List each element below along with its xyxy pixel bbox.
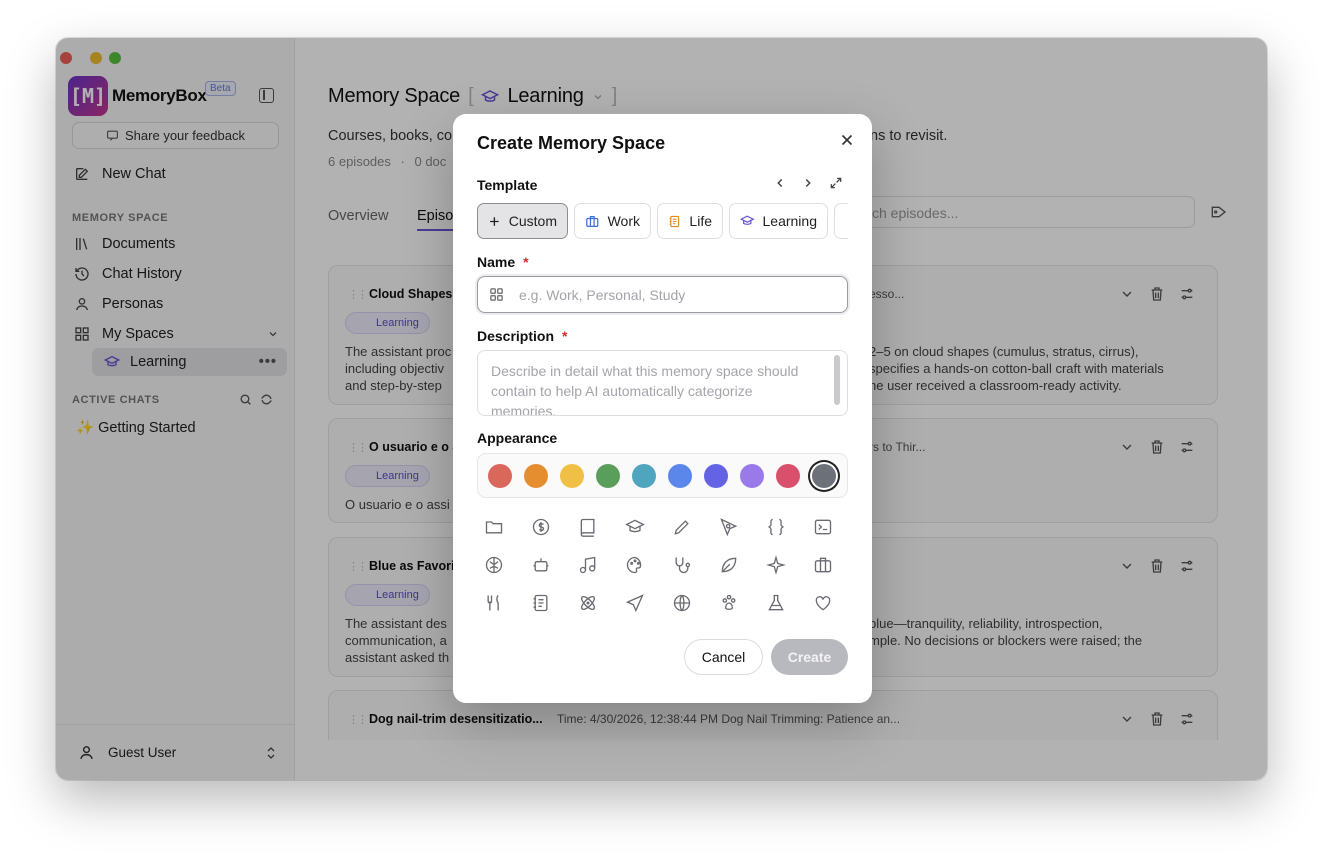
briefcase-icon[interactable] <box>813 555 833 575</box>
pencil-icon[interactable] <box>672 517 692 537</box>
color-palette <box>477 453 848 498</box>
chevron-left-icon[interactable] <box>773 176 787 190</box>
color-swatch-green[interactable] <box>596 464 620 488</box>
textarea-scrollbar[interactable] <box>834 355 840 405</box>
dollar-icon[interactable] <box>531 517 551 537</box>
template-label-learning: Learning <box>762 213 818 229</box>
heart-icon[interactable] <box>813 593 833 613</box>
folder-icon[interactable] <box>484 517 504 537</box>
chevron-right-icon[interactable] <box>801 176 815 190</box>
book-icon[interactable] <box>578 517 598 537</box>
dialog-title: Create Memory Space <box>477 133 666 153</box>
color-swatch-gray[interactable] <box>812 464 836 488</box>
leaf-icon[interactable] <box>719 555 739 575</box>
brain-icon[interactable] <box>484 555 504 575</box>
description-label: Description * <box>477 328 568 344</box>
globe-icon[interactable] <box>672 593 692 613</box>
name-placeholder: e.g. Work, Personal, Study <box>519 287 686 303</box>
color-swatch-indigo[interactable] <box>704 464 728 488</box>
template-overflow-hint <box>834 203 848 239</box>
paw-icon[interactable] <box>719 593 739 613</box>
color-swatch-pink[interactable] <box>776 464 800 488</box>
grid-icon[interactable] <box>489 287 504 302</box>
atom-icon[interactable] <box>578 593 598 613</box>
music-icon[interactable] <box>578 555 598 575</box>
color-swatch-orange[interactable] <box>524 464 548 488</box>
notebook-icon <box>669 215 680 227</box>
plane-icon[interactable] <box>625 593 645 613</box>
create-memory-space-dialog: Create Memory Space Template Custom Work… <box>453 114 872 703</box>
robot-icon[interactable] <box>531 555 551 575</box>
template-label-custom: Custom <box>508 213 557 229</box>
color-swatch-red[interactable] <box>488 464 512 488</box>
braces-icon[interactable] <box>766 517 786 537</box>
palette-icon[interactable] <box>625 555 645 575</box>
graduation-cap-icon <box>740 215 755 225</box>
template-custom[interactable]: Custom <box>477 203 568 239</box>
appearance-label: Appearance <box>477 430 558 446</box>
template-learning[interactable]: Learning <box>729 203 828 239</box>
terminal-icon[interactable] <box>813 517 833 537</box>
description-textarea[interactable]: Describe in detail what this memory spac… <box>477 350 848 416</box>
close-icon[interactable] <box>838 131 856 149</box>
graduation-cap-icon[interactable] <box>625 517 645 537</box>
cancel-button[interactable]: Cancel <box>684 639 763 675</box>
app-window: [M] MemoryBox Beta Share your feedback N… <box>56 38 1267 780</box>
create-button[interactable]: Create <box>771 639 848 675</box>
flask-icon[interactable] <box>766 593 786 613</box>
template-life[interactable]: Life <box>657 203 723 239</box>
utensils-icon[interactable] <box>484 593 504 613</box>
color-swatch-blue[interactable] <box>668 464 692 488</box>
template-work[interactable]: Work <box>574 203 651 239</box>
plus-icon <box>490 216 499 226</box>
template-label-life: Life <box>689 213 712 229</box>
briefcase-icon <box>586 215 599 227</box>
sparkle-icon[interactable] <box>766 555 786 575</box>
color-swatch-purple[interactable] <box>740 464 764 488</box>
name-input[interactable]: e.g. Work, Personal, Study <box>477 276 848 313</box>
notebook-icon[interactable] <box>531 593 551 613</box>
color-swatch-yellow[interactable] <box>560 464 584 488</box>
template-label-work: Work <box>607 213 640 229</box>
template-label: Template <box>477 177 538 193</box>
color-swatch-teal[interactable] <box>632 464 656 488</box>
stethoscope-icon[interactable] <box>672 555 692 575</box>
expand-icon[interactable] <box>829 176 843 190</box>
name-label: Name * <box>477 254 529 270</box>
pen-tool-icon[interactable] <box>719 517 739 537</box>
